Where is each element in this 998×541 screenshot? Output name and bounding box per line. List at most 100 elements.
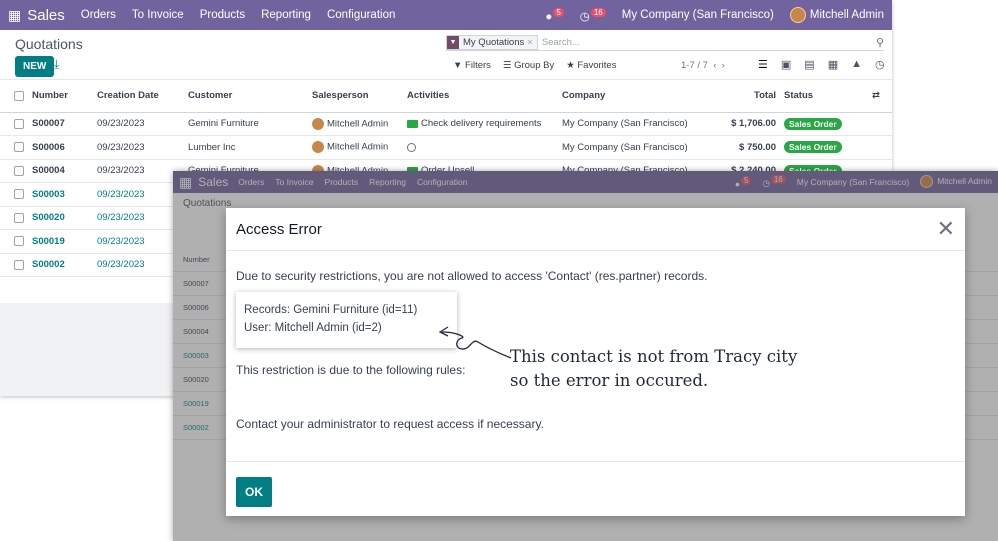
filter-icon: ▼ bbox=[447, 35, 459, 49]
cell-number: S00006 bbox=[28, 135, 93, 160]
cell-customer: Gemini Furniture bbox=[184, 112, 308, 136]
search-facet[interactable]: ▼ My Quotations × bbox=[446, 34, 538, 50]
cell-status: Sales Order bbox=[780, 112, 850, 136]
menu-to-invoice[interactable]: To Invoice bbox=[132, 9, 184, 21]
cell-salesperson: Mitchell Admin bbox=[308, 135, 403, 160]
error-message: Due to security restrictions, you are no… bbox=[236, 269, 708, 283]
row-checkbox[interactable] bbox=[14, 118, 24, 129]
page-title: Quotations bbox=[15, 36, 83, 52]
pager-value: 1-7 / 7 bbox=[681, 60, 708, 71]
avatar bbox=[312, 117, 324, 130]
search-input[interactable]: Search... bbox=[542, 37, 580, 48]
control-panel: Quotations NEW ⤓ ▼ My Quotations × Search.… bbox=[0, 30, 892, 80]
activity-icon bbox=[407, 119, 418, 128]
close-icon[interactable]: ✕ bbox=[937, 216, 955, 242]
optional-columns-icon[interactable]: ⇄ bbox=[850, 80, 892, 113]
app-name[interactable]: Sales bbox=[27, 7, 65, 24]
facet-label: My Quotations bbox=[463, 36, 525, 48]
menu-reporting[interactable]: Reporting bbox=[261, 9, 311, 21]
activity-clock-icon[interactable]: ◷ 16 bbox=[580, 7, 606, 22]
list-view-icon[interactable]: ☰ bbox=[758, 58, 768, 71]
annotation-line-2: so the error in occured. bbox=[510, 371, 709, 390]
new-button[interactable]: NEW bbox=[15, 56, 55, 77]
favorites-button[interactable]: ★ Favorites bbox=[566, 60, 616, 71]
search-icon[interactable]: ⚲ bbox=[876, 36, 884, 49]
cell-total: $ 750.00 bbox=[720, 135, 780, 160]
row-checkbox[interactable] bbox=[14, 142, 24, 153]
download-icon[interactable]: ⤓ bbox=[54, 57, 59, 72]
cell-salesperson: Mitchell Admin bbox=[308, 112, 403, 136]
header-status[interactable]: Status bbox=[780, 80, 850, 113]
menu-products[interactable]: Products bbox=[200, 9, 245, 21]
row-checkbox[interactable] bbox=[14, 165, 24, 176]
cell-date: 09/23/2023 bbox=[93, 135, 184, 160]
row-checkbox[interactable] bbox=[14, 189, 24, 200]
cell-number: S00002 bbox=[28, 253, 93, 277]
avatar bbox=[312, 141, 324, 154]
chat-count: 5 bbox=[553, 7, 564, 17]
header-customer[interactable]: Customer bbox=[184, 80, 308, 113]
kanban-view-icon[interactable]: ▣ bbox=[781, 58, 791, 71]
search-bar[interactable]: ▼ My Quotations × Search... ⚲ bbox=[446, 34, 884, 51]
table-row[interactable]: S00007 09/23/2023 Gemini Furniture Mitch… bbox=[0, 112, 892, 136]
select-all-checkbox[interactable] bbox=[14, 90, 24, 101]
clock-icon[interactable] bbox=[407, 142, 416, 152]
cell-status: Sales Order bbox=[780, 135, 850, 160]
cell-activity[interactable]: Check delivery requirements bbox=[403, 112, 558, 136]
cell-total: $ 1,706.00 bbox=[720, 112, 780, 136]
pivot-view-icon[interactable]: ▦ bbox=[828, 58, 838, 71]
cell-number: S00003 bbox=[28, 182, 93, 207]
pager[interactable]: 1-7 / 7 ‹ › bbox=[681, 60, 725, 71]
header-number[interactable]: Number bbox=[28, 80, 93, 113]
cell-number: S00004 bbox=[28, 159, 93, 183]
cell-date: 09/23/2023 bbox=[93, 182, 184, 207]
table-row[interactable]: S00006 09/23/2023 Lumber Inc Mitchell Ad… bbox=[0, 135, 892, 160]
filters-label: Filters bbox=[465, 60, 491, 71]
activity-label: Check delivery requirements bbox=[421, 118, 542, 130]
filters-button[interactable]: ▼ Filters bbox=[453, 60, 491, 71]
cell-number: S00019 bbox=[28, 229, 93, 254]
error-details: Records: Gemini Furniture (id=11) User: … bbox=[236, 292, 457, 348]
avatar bbox=[789, 7, 806, 23]
header-creation-date[interactable]: Creation Date bbox=[93, 80, 184, 113]
ok-button[interactable]: OK bbox=[236, 477, 272, 507]
menu-orders[interactable]: Orders bbox=[81, 9, 116, 21]
annotation-note: This contact is not from Tracy city so t… bbox=[510, 345, 797, 393]
cell-date: 09/23/2023 bbox=[93, 112, 184, 136]
salesperson-name: Mitchell Admin bbox=[327, 118, 389, 130]
facet-remove-icon[interactable]: × bbox=[527, 37, 533, 48]
cell-date: 09/23/2023 bbox=[93, 229, 184, 254]
row-checkbox[interactable] bbox=[14, 236, 24, 247]
row-checkbox[interactable] bbox=[14, 259, 24, 270]
row-checkbox[interactable] bbox=[14, 212, 24, 223]
menu-configuration[interactable]: Configuration bbox=[327, 9, 395, 21]
header-company[interactable]: Company bbox=[558, 80, 720, 113]
chat-icon[interactable]: ● 5 bbox=[545, 7, 564, 22]
cell-date: 09/23/2023 bbox=[93, 253, 184, 277]
annotation-arrow-icon bbox=[438, 326, 512, 359]
header-salesperson[interactable]: Salesperson bbox=[308, 80, 403, 113]
app-grid-icon[interactable]: ▦ bbox=[8, 7, 21, 24]
graph-view-icon[interactable]: ▲ bbox=[851, 58, 862, 71]
cell-date: 09/23/2023 bbox=[93, 159, 184, 183]
contact-admin-text: Contact your administrator to request ac… bbox=[236, 417, 544, 431]
calendar-view-icon[interactable]: ▤ bbox=[804, 58, 814, 71]
records-line: Records: Gemini Furniture (id=11) bbox=[244, 304, 418, 316]
activity-view-icon[interactable]: ◷ bbox=[875, 58, 885, 71]
user-line: User: Mitchell Admin (id=2) bbox=[244, 322, 382, 334]
company-switcher[interactable]: My Company (San Francisco) bbox=[622, 9, 774, 21]
annotation-line-1: This contact is not from Tracy city bbox=[510, 347, 798, 366]
header-total[interactable]: Total bbox=[720, 80, 780, 113]
restriction-text: This restriction is due to the following… bbox=[236, 363, 466, 377]
cell-activity[interactable] bbox=[403, 135, 558, 160]
cell-date: 09/23/2023 bbox=[93, 206, 184, 230]
group-by-button[interactable]: ☰ Group By bbox=[503, 60, 554, 71]
user-menu[interactable]: Mitchell Admin bbox=[789, 7, 884, 23]
status-badge: Sales Order bbox=[784, 141, 842, 154]
group-by-label: Group By bbox=[514, 60, 555, 71]
header-activities[interactable]: Activities bbox=[403, 80, 558, 113]
user-name: Mitchell Admin bbox=[809, 9, 884, 22]
cell-company: My Company (San Francisco) bbox=[558, 135, 720, 160]
cell-company: My Company (San Francisco) bbox=[558, 112, 720, 136]
status-badge: Sales Order bbox=[784, 117, 842, 130]
